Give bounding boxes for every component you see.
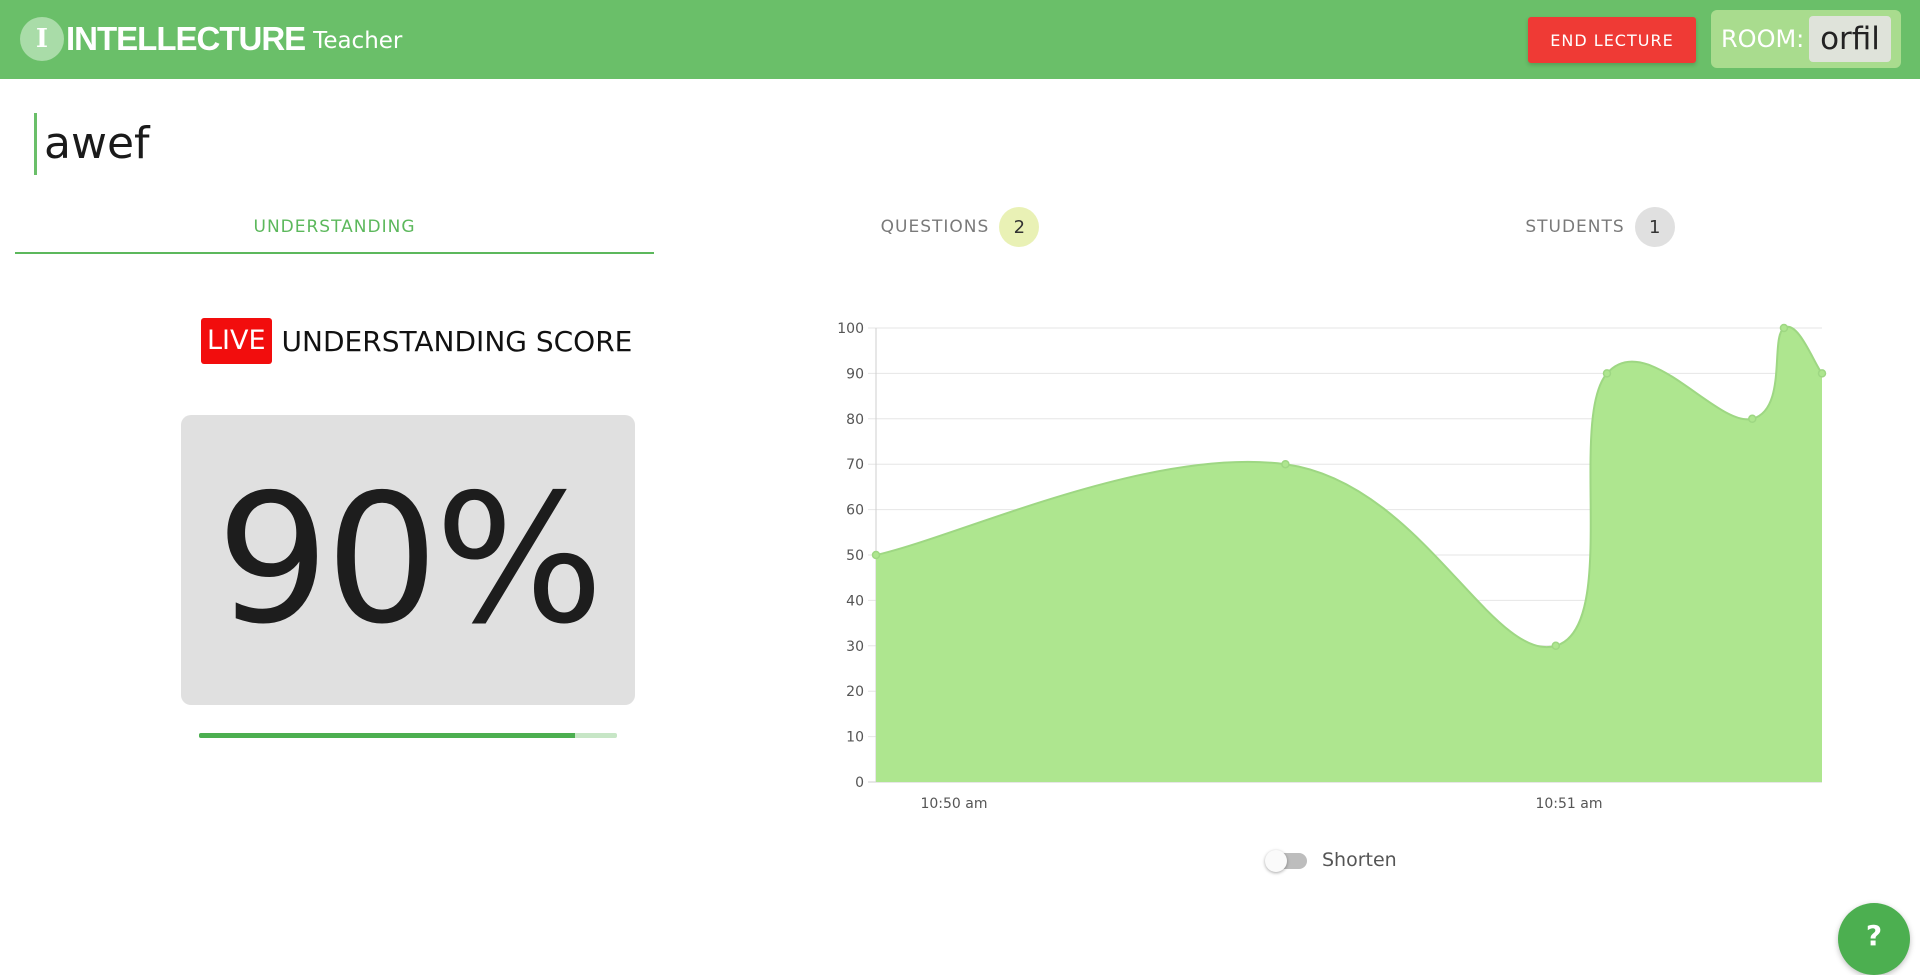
- score-value: 90%: [216, 456, 604, 663]
- data-point: [1551, 641, 1561, 651]
- app-name: INTELLECTURE: [66, 20, 306, 57]
- y-tick-label: 50: [846, 548, 864, 564]
- data-point: [1602, 369, 1612, 378]
- y-tick-label: 70: [846, 457, 864, 473]
- x-axis-ticks: 10:50 am 10:51 am: [920, 796, 1602, 812]
- y-tick-label: 10: [846, 730, 864, 746]
- y-tick-label: 80: [846, 412, 864, 428]
- tab-questions-label: QUESTIONS: [880, 217, 990, 237]
- series-area-fill: [876, 326, 1822, 782]
- user-role: Teacher: [313, 28, 403, 54]
- y-tick-label: 0: [855, 775, 864, 791]
- score-heading: UNDERSTANDING SCORE: [281, 324, 633, 358]
- tab-questions[interactable]: QUESTIONS 2: [860, 205, 1060, 249]
- live-badge: LIVE: [201, 318, 272, 364]
- top-app-bar: I INTELLECTURE Teacher END LECTURE ROOM:…: [0, 0, 1920, 79]
- logo-icon: I: [20, 17, 64, 61]
- chart-area: [875, 325, 1823, 782]
- data-point: [1817, 369, 1827, 378]
- y-tick-label: 100: [837, 321, 864, 337]
- shorten-label: Shorten: [1322, 849, 1397, 871]
- students-count-badge: 1: [1634, 207, 1675, 247]
- active-tab-indicator: [15, 252, 654, 254]
- tab-students[interactable]: STUDENTS 1: [1500, 205, 1700, 249]
- lecture-title: awef: [44, 118, 150, 169]
- room-code: orfil: [1809, 16, 1891, 62]
- understanding-chart: 0 10 20 30 40 50 60 70 80 90 100 10:50 am 10:51 am: [837, 321, 1827, 812]
- y-tick-label: 90: [846, 366, 864, 382]
- y-tick-label: 20: [846, 684, 864, 700]
- y-axis-ticks: 0 10 20 30 40 50 60 70 80 90 100: [837, 321, 864, 791]
- live-score-heading: LIVE UNDERSTANDING SCORE: [201, 318, 632, 364]
- questions-count-badge: 2: [999, 207, 1040, 247]
- y-tick-label: 30: [846, 639, 864, 655]
- brand: I INTELLECTURE Teacher: [20, 17, 402, 61]
- data-point: [1748, 414, 1757, 424]
- help-button[interactable]: ?: [1838, 903, 1910, 975]
- help-icon: ?: [1865, 919, 1883, 952]
- room-label: ROOM:: [1721, 25, 1805, 53]
- score-progress-bar: [199, 733, 617, 738]
- data-point: [1281, 459, 1290, 469]
- x-tick-label: 10:51 am: [1535, 796, 1602, 812]
- logo-letter: I: [35, 24, 49, 54]
- score-progress-fill: [199, 733, 576, 738]
- toggle-thumb: [1265, 850, 1287, 872]
- x-tick-label: 10:50 am: [920, 796, 987, 812]
- end-lecture-button[interactable]: END LECTURE: [1528, 17, 1696, 63]
- shorten-toggle[interactable]: [1265, 850, 1311, 872]
- tab-understanding-label: UNDERSTANDING: [253, 217, 416, 237]
- data-point: [1779, 323, 1789, 333]
- score-card: 90%: [181, 415, 635, 705]
- title-accent: [34, 113, 37, 175]
- room-indicator: ROOM: orfil: [1711, 10, 1901, 68]
- tab-understanding[interactable]: UNDERSTANDING: [15, 205, 654, 249]
- y-tick-label: 40: [846, 593, 864, 609]
- tab-students-label: STUDENTS: [1525, 217, 1625, 237]
- data-point: [871, 550, 881, 560]
- y-tick-label: 60: [846, 503, 864, 519]
